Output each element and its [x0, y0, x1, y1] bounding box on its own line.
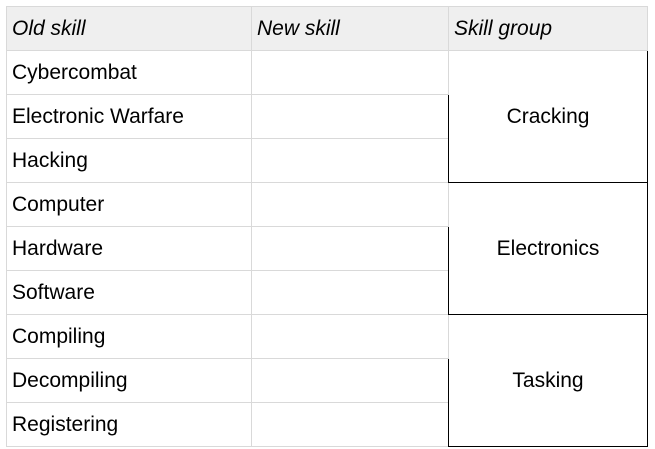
- skill-group-cell[interactable]: Electronics: [448, 182, 648, 315]
- spreadsheet: Old skill New skill Skill group Cybercom…: [6, 6, 648, 447]
- old-skill-cell[interactable]: Hacking: [6, 138, 252, 183]
- skill-table: Old skill New skill Skill group Cybercom…: [6, 6, 648, 447]
- skill-group-cell[interactable]: Tasking: [448, 314, 648, 447]
- table-row: Cybercombat Cracking: [6, 50, 648, 183]
- old-skill-cell[interactable]: Hardware: [6, 226, 252, 271]
- header-new-skill[interactable]: New skill: [251, 6, 449, 51]
- header-skill-group[interactable]: Skill group: [448, 6, 648, 51]
- new-skill-cell[interactable]: [251, 182, 449, 227]
- new-skill-cell[interactable]: [251, 226, 449, 271]
- new-skill-cell[interactable]: [251, 138, 449, 183]
- new-skill-cell[interactable]: [251, 50, 449, 95]
- table-row: Computer Electronics: [6, 182, 648, 315]
- old-skill-cell[interactable]: Electronic Warfare: [6, 94, 252, 139]
- new-skill-cell[interactable]: [251, 94, 449, 139]
- new-skill-cell[interactable]: [251, 314, 449, 359]
- skill-group-cell[interactable]: Cracking: [448, 50, 648, 183]
- old-skill-cell[interactable]: Decompiling: [6, 358, 252, 403]
- old-skill-cell[interactable]: Registering: [6, 402, 252, 447]
- old-skill-cell[interactable]: Compiling: [6, 314, 252, 359]
- old-skill-cell[interactable]: Cybercombat: [6, 50, 252, 95]
- header-row: Old skill New skill Skill group: [6, 6, 648, 51]
- new-skill-cell[interactable]: [251, 270, 449, 315]
- header-old-skill[interactable]: Old skill: [6, 6, 252, 51]
- new-skill-cell[interactable]: [251, 402, 449, 447]
- old-skill-cell[interactable]: Computer: [6, 182, 252, 227]
- old-skill-cell[interactable]: Software: [6, 270, 252, 315]
- table-row: Compiling Tasking: [6, 314, 648, 447]
- new-skill-cell[interactable]: [251, 358, 449, 403]
